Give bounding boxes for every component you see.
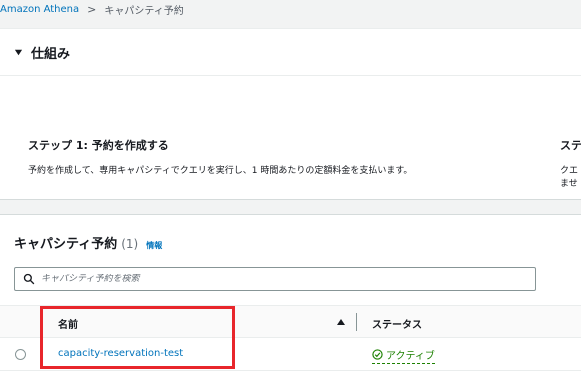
- how-it-works-toggle[interactable]: 仕組み: [14, 43, 70, 62]
- sort-ascending-icon[interactable]: [336, 317, 346, 327]
- step-1-title: ステップ 1: 予約を作成する: [28, 139, 169, 152]
- breadcrumb-separator: >: [87, 2, 97, 16]
- status-badge: アクティブ: [372, 347, 435, 364]
- column-header-status[interactable]: ステータス: [372, 316, 422, 331]
- how-it-works-title: 仕組み: [31, 47, 71, 62]
- reservation-count: (1): [121, 237, 139, 251]
- column-resize-handle[interactable]: [356, 313, 357, 331]
- caret-down-icon: [14, 49, 23, 56]
- search-icon: [23, 273, 35, 285]
- panel-title: キャパシティ予約: [14, 237, 118, 252]
- step-2-description-line2: ませ: [560, 179, 578, 189]
- step-2-title: ステ: [560, 139, 581, 152]
- search-box[interactable]: [14, 267, 536, 291]
- breadcrumb-link-athena[interactable]: Amazon Athena: [0, 4, 79, 15]
- info-link[interactable]: 情報: [146, 240, 162, 251]
- panel-divider: [0, 75, 581, 99]
- check-circle-icon: [372, 349, 383, 360]
- how-it-works-panel: 仕組み ステップ 1: 予約を作成する 予約を作成して、専用キャパシティでクエリ…: [0, 28, 581, 200]
- row-select-radio[interactable]: [15, 349, 26, 360]
- status-text: アクティブ: [386, 351, 435, 362]
- breadcrumb: Amazon Athena > キャパシティ予約: [0, 0, 184, 18]
- search-input[interactable]: [41, 274, 511, 284]
- highlight-annotation: [40, 306, 235, 369]
- step-2-description-line1: クエ: [560, 166, 579, 176]
- panel-header: キャパシティ予約 (1) 情報: [14, 233, 162, 252]
- step-1-description: 予約を作成して、専用キャパシティでクエリを実行し、1 時間あたりの定額料金を支払…: [28, 166, 413, 176]
- breadcrumb-current: キャパシティ予約: [104, 5, 184, 17]
